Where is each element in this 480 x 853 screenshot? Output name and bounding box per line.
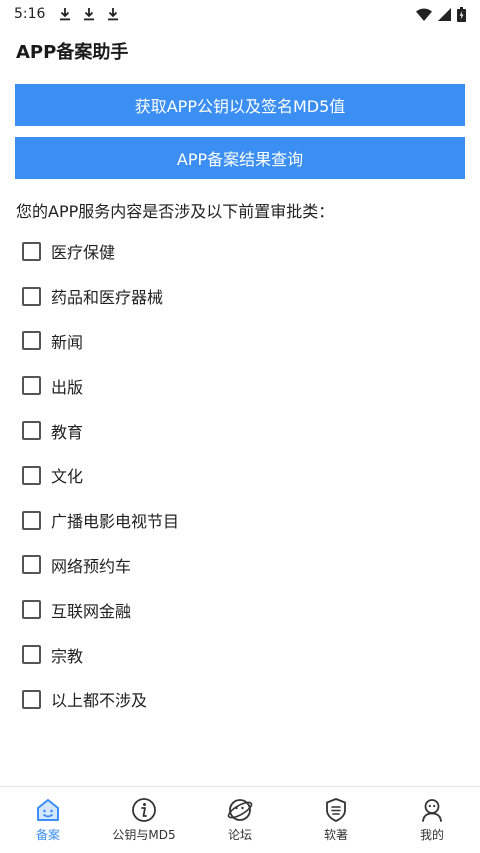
option-label: 新闻	[51, 332, 84, 352]
checkbox[interactable]	[22, 689, 41, 709]
battery-icon	[457, 6, 466, 22]
status-time: 5:16	[14, 6, 46, 22]
nav-item-profile[interactable]: 我的	[384, 787, 480, 853]
home-icon	[37, 799, 59, 821]
nav-item-forum[interactable]: 论坛	[192, 787, 288, 853]
option-internet-finance[interactable]: 互联网金融	[22, 587, 462, 632]
checkbox[interactable]	[22, 331, 41, 351]
planet-icon	[227, 799, 253, 821]
nav-label: 论坛	[227, 828, 252, 842]
nav-label: 备案	[35, 828, 60, 842]
checkbox[interactable]	[22, 645, 41, 665]
option-none[interactable]: 以上都不涉及	[22, 677, 462, 722]
option-publishing[interactable]: 出版	[22, 363, 462, 408]
checkbox[interactable]	[22, 465, 41, 485]
download-icon	[60, 8, 71, 21]
option-education[interactable]: 教育	[22, 408, 462, 453]
checkbox[interactable]	[22, 376, 41, 396]
option-news[interactable]: 新闻	[22, 319, 462, 364]
cell-signal-icon	[438, 7, 451, 21]
bottom-nav: 备案 公钥与MD5 论坛 软著 我的	[0, 786, 480, 853]
option-label: 以上都不涉及	[51, 691, 148, 711]
option-label: 广播电影电视节目	[51, 512, 180, 532]
nav-item-key-md5[interactable]: 公钥与MD5	[96, 787, 192, 853]
option-broadcast-film-tv[interactable]: 广播电影电视节目	[22, 498, 462, 543]
nav-label: 软著	[323, 828, 348, 842]
checkbox[interactable]	[22, 241, 41, 261]
option-label: 医疗保健	[51, 243, 116, 263]
download-icon	[84, 8, 95, 21]
status-icons	[416, 6, 466, 22]
record-query-button[interactable]: APP备案结果查询	[15, 137, 465, 179]
checkbox[interactable]	[22, 555, 41, 575]
checkbox[interactable]	[22, 510, 41, 530]
checkbox[interactable]	[22, 600, 41, 620]
nav-item-copyright[interactable]: 软著	[288, 787, 384, 853]
option-medical-health[interactable]: 医疗保健	[22, 229, 462, 274]
approval-question: 您的APP服务内容是否涉及以下前置审批类：	[16, 202, 335, 221]
option-religion[interactable]: 宗教	[22, 632, 462, 677]
nav-label: 公钥与MD5	[112, 828, 176, 842]
option-label: 出版	[51, 377, 84, 397]
info-icon	[132, 798, 156, 822]
nav-item-record[interactable]: 备案	[0, 787, 96, 853]
download-icon	[108, 8, 119, 21]
option-label: 网络预约车	[51, 556, 132, 576]
option-label: 宗教	[51, 646, 84, 666]
status-bar: 5:16	[0, 0, 480, 28]
option-label: 文化	[51, 467, 84, 487]
get-md5-button[interactable]: 获取APP公钥以及签名MD5值	[15, 84, 465, 126]
user-icon	[422, 799, 442, 822]
option-label: 教育	[51, 422, 84, 442]
checkbox[interactable]	[22, 421, 41, 441]
option-ride-hailing[interactable]: 网络预约车	[22, 543, 462, 588]
app-title: APP备案助手	[16, 42, 129, 63]
certificate-shield-icon	[326, 798, 346, 822]
checkbox[interactable]	[22, 286, 41, 306]
option-culture[interactable]: 文化	[22, 453, 462, 498]
option-label: 药品和医疗器械	[51, 288, 164, 308]
option-drugs-devices[interactable]: 药品和医疗器械	[22, 274, 462, 319]
nav-label: 我的	[419, 828, 444, 842]
option-label: 互联网金融	[51, 601, 132, 621]
approval-options-list: 医疗保健 药品和医疗器械 新闻 出版 教育 文化 广播电影电视节目 网络预约车 …	[22, 229, 462, 722]
wifi-icon	[416, 8, 432, 21]
